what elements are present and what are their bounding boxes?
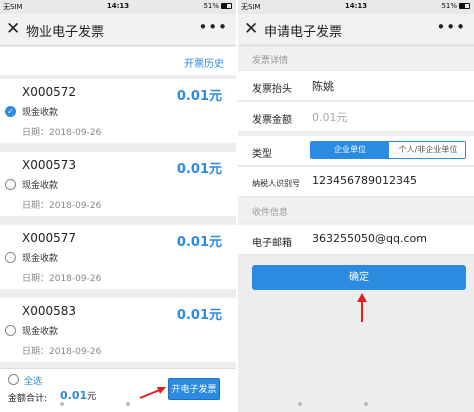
invoice-card[interactable]: X000583 0.01元 现金收款 日期：2018-09-26	[0, 298, 236, 362]
title-bar: ✕ 物业电子发票 •••	[0, 14, 236, 46]
clock: 14:13	[344, 2, 368, 10]
page-title: 申请电子发票	[264, 25, 343, 40]
invoice-date: 日期：2018-09-26	[22, 274, 102, 284]
battery-icon	[459, 3, 470, 9]
confirm-button[interactable]: 确定	[252, 265, 466, 290]
email-row: 电子邮箱 363255050@qq.com	[238, 225, 474, 255]
payment-method: 现金收款	[22, 327, 59, 337]
clock: 14:13	[106, 2, 130, 10]
status-bar: 无SIM 14:13 51%	[238, 0, 474, 14]
type-label: 类型	[252, 149, 272, 160]
invoice-card[interactable]: X000573 0.01元 现金收款 日期：2018-09-26	[0, 152, 236, 216]
total-unit: 元	[87, 392, 97, 402]
invoice-amount-field: 0.01元	[312, 111, 348, 124]
nav-dot	[298, 402, 302, 406]
radio-icon[interactable]	[5, 325, 16, 336]
battery-percent: 51%	[203, 2, 219, 10]
bottom-bar: 全选 金额合计: 0.01元 开电子发票	[0, 368, 236, 412]
invoice-header-row: 发票抬头 陈姚	[238, 71, 474, 101]
history-bar: 开票历史	[0, 47, 236, 75]
more-icon[interactable]: •••	[198, 18, 228, 36]
invoice-code: X000583	[22, 304, 77, 318]
type-option-personal[interactable]: 个人/非企业单位	[389, 142, 465, 158]
invoice-amount: 0.01元	[176, 235, 222, 250]
radio-icon[interactable]	[5, 252, 16, 263]
invoice-amount: 0.01元	[176, 89, 222, 104]
type-option-enterprise[interactable]: 企业单位	[311, 142, 389, 158]
tax-id-row: 纳税人识别号 123456789012345	[238, 167, 474, 197]
invoice-amount: 0.01元	[176, 162, 222, 177]
invoice-card[interactable]: X000577 0.01元 现金收款 日期：2018-09-26	[0, 225, 236, 289]
battery-indicator: 51%	[441, 2, 470, 10]
email-field[interactable]: 363255050@qq.com	[312, 232, 427, 245]
battery-percent: 51%	[441, 2, 457, 10]
tax-id-label: 纳税人识别号	[252, 179, 300, 188]
invoice-amount: 0.01元	[176, 308, 222, 323]
tax-id-field[interactable]: 123456789012345	[312, 174, 417, 187]
title-bar: ✕ 申请电子发票 •••	[238, 14, 474, 46]
page-title: 物业电子发票	[26, 25, 105, 40]
section-header-details: 发票详情	[238, 47, 474, 69]
invoice-amount-row: 发票金额 0.01元	[238, 102, 474, 132]
battery-indicator: 51%	[203, 2, 232, 10]
invoice-header-field[interactable]: 陈姚	[312, 78, 334, 94]
radio-icon[interactable]	[5, 179, 16, 190]
invoice-list-screen: 无SIM 14:13 51% ✕ 物业电子发票 ••• 开票历史 ✓ X0005…	[0, 0, 236, 412]
section-header-recipient: 收件信息	[238, 199, 474, 221]
total-value: 0.01元	[60, 389, 96, 402]
close-icon[interactable]: ✕	[244, 19, 258, 39]
invoice-date: 日期：2018-09-26	[22, 128, 102, 138]
payment-method: 现金收款	[22, 108, 59, 118]
invoice-date: 日期：2018-09-26	[22, 347, 102, 357]
close-icon[interactable]: ✕	[6, 19, 20, 39]
payment-method: 现金收款	[22, 181, 59, 191]
total-amount: 0.01	[60, 389, 88, 402]
invoice-card[interactable]: ✓ X000572 0.01元 现金收款 日期：2018-09-26	[0, 79, 236, 143]
invoice-code: X000577	[22, 231, 77, 245]
issue-invoice-button[interactable]: 开电子发票	[168, 378, 220, 400]
checked-radio-icon[interactable]: ✓	[5, 106, 16, 117]
payment-method: 现金收款	[22, 254, 59, 264]
status-bar: 无SIM 14:13 51%	[0, 0, 236, 14]
type-segmented-control: 企业单位 个人/非企业单位	[310, 141, 466, 159]
invoice-history-link[interactable]: 开票历史	[184, 55, 224, 70]
invoice-code: X000573	[22, 158, 77, 172]
more-icon[interactable]: •••	[436, 18, 466, 36]
total-label: 金额合计:	[8, 394, 48, 404]
invoice-date: 日期：2018-09-26	[22, 201, 102, 211]
nav-dot	[126, 402, 130, 406]
nav-dot	[60, 402, 64, 406]
invoice-code: X000572	[22, 85, 77, 99]
select-all-label[interactable]: 全选	[24, 374, 42, 387]
email-label: 电子邮箱	[252, 238, 292, 249]
nav-dot	[364, 402, 368, 406]
battery-icon	[221, 3, 232, 9]
type-row: 类型 企业单位 个人/非企业单位	[238, 136, 474, 166]
apply-invoice-screen: 无SIM 14:13 51% ✕ 申请电子发票 ••• 发票详情 发票抬头 陈姚…	[238, 0, 474, 412]
select-all-radio-icon[interactable]	[8, 374, 19, 385]
invoice-amount-label: 发票金额	[252, 115, 292, 126]
invoice-header-label: 发票抬头	[252, 84, 292, 95]
